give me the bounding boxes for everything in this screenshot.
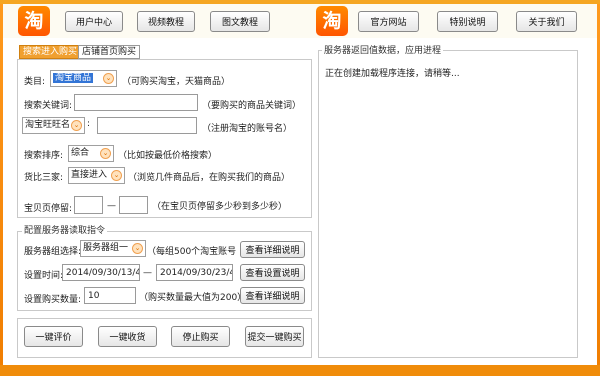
one-click-review-button[interactable]: 一键评价 <box>24 326 83 347</box>
time-end-input[interactable]: 2014/09/30/23/40 <box>156 264 233 281</box>
server-group-select[interactable]: 服务器组一 ⌄ <box>80 240 146 257</box>
stay-separator: — <box>107 201 116 211</box>
log-panel <box>318 50 578 358</box>
shop-colon: : <box>87 119 91 129</box>
taobao-logo-right-icon: 淘 <box>316 6 348 36</box>
official-site-button[interactable]: 官方网站 <box>358 11 419 32</box>
chevron-down-icon: ⌄ <box>132 243 143 254</box>
stop-purchase-button[interactable]: 停止购买 <box>171 326 230 347</box>
time-start-input[interactable]: 2014/09/30/13/40 <box>62 264 140 281</box>
view-settings-button[interactable]: 查看设置说明 <box>240 264 305 281</box>
compare-value: 直接进入 <box>71 170 108 180</box>
text-tutorial-button[interactable]: 图文教程 <box>210 11 270 32</box>
log-text: 正在创建加载程序连接，请稍等... <box>325 69 460 79</box>
compare-hint: （浏览几件商品后，在购买我们的商品） <box>128 173 291 183</box>
log-legend: 服务器返回值数据，应用进程 <box>322 43 444 56</box>
shop-type-select[interactable]: 淘宝旺旺名 ⌄ <box>22 117 85 134</box>
chevron-down-icon: ⌄ <box>111 170 122 181</box>
chevron-down-icon: ⌄ <box>103 73 114 84</box>
video-tutorial-button[interactable]: 视频教程 <box>137 11 195 32</box>
view-details-button[interactable]: 查看详细说明 <box>240 241 305 258</box>
sort-hint: （比如按最低价格搜索） <box>118 151 218 161</box>
compare-select[interactable]: 直接进入 ⌄ <box>68 167 125 184</box>
about-us-button[interactable]: 关于我们 <box>516 11 577 32</box>
tab-search-buy[interactable]: 搜索进入购买 <box>19 45 82 59</box>
keyword-input[interactable] <box>74 94 198 111</box>
category-label: 类目: <box>24 77 46 87</box>
compare-label: 货比三家: <box>24 173 64 183</box>
tab-shop-home-buy[interactable]: 店铺首页购买 <box>78 45 141 59</box>
time-separator: — <box>143 268 152 278</box>
keyword-label: 搜索关键词: <box>24 101 73 111</box>
taobao-logo-icon: 淘 <box>18 6 50 36</box>
category-hint: （可购买淘宝，天猫商品） <box>122 77 231 87</box>
stay-label: 宝贝页停留: <box>24 204 73 214</box>
chevron-down-icon: ⌄ <box>100 148 111 159</box>
shop-name-input[interactable] <box>97 117 197 134</box>
stay-hint: （在宝贝页停留多少秒到多少秒） <box>152 202 288 212</box>
chevron-down-icon: ⌄ <box>71 120 82 131</box>
quantity-label: 设置购买数量: <box>24 295 82 305</box>
keyword-hint: （要购买的商品关键词） <box>202 101 302 111</box>
one-click-receive-button[interactable]: 一键收货 <box>98 326 157 347</box>
submit-one-click-buy-button[interactable]: 提交一键购买 <box>245 326 304 347</box>
quantity-input[interactable]: 10 <box>84 287 136 304</box>
sort-select[interactable]: 综合 ⌄ <box>68 145 114 162</box>
server-group-value: 服务器组一 <box>83 243 129 253</box>
view-quantity-details-button[interactable]: 查看详细说明 <box>240 287 305 304</box>
quantity-hint: （购买数量最大值为200） <box>139 293 247 303</box>
shop-hint: （注册淘宝的账号名） <box>202 124 293 134</box>
stay-min-input[interactable] <box>74 196 103 214</box>
server-config-legend: 配置服务器读取指令 <box>22 223 108 236</box>
stay-max-input[interactable] <box>119 196 148 214</box>
user-center-button[interactable]: 用户中心 <box>65 11 123 32</box>
category-select[interactable]: 淘宝商品 ⌄ <box>50 70 117 87</box>
category-value: 淘宝商品 <box>53 73 94 83</box>
server-group-label: 服务器组选择: <box>24 247 82 257</box>
shop-type-value: 淘宝旺旺名 <box>25 120 71 130</box>
special-note-button[interactable]: 特别说明 <box>437 11 498 32</box>
time-label: 设置时间: <box>24 271 64 281</box>
sort-value: 综合 <box>71 148 90 158</box>
server-group-hint: （每组500个淘宝账号 <box>147 247 237 257</box>
sort-label: 搜索排序: <box>24 151 64 161</box>
bottom-band <box>0 365 600 376</box>
